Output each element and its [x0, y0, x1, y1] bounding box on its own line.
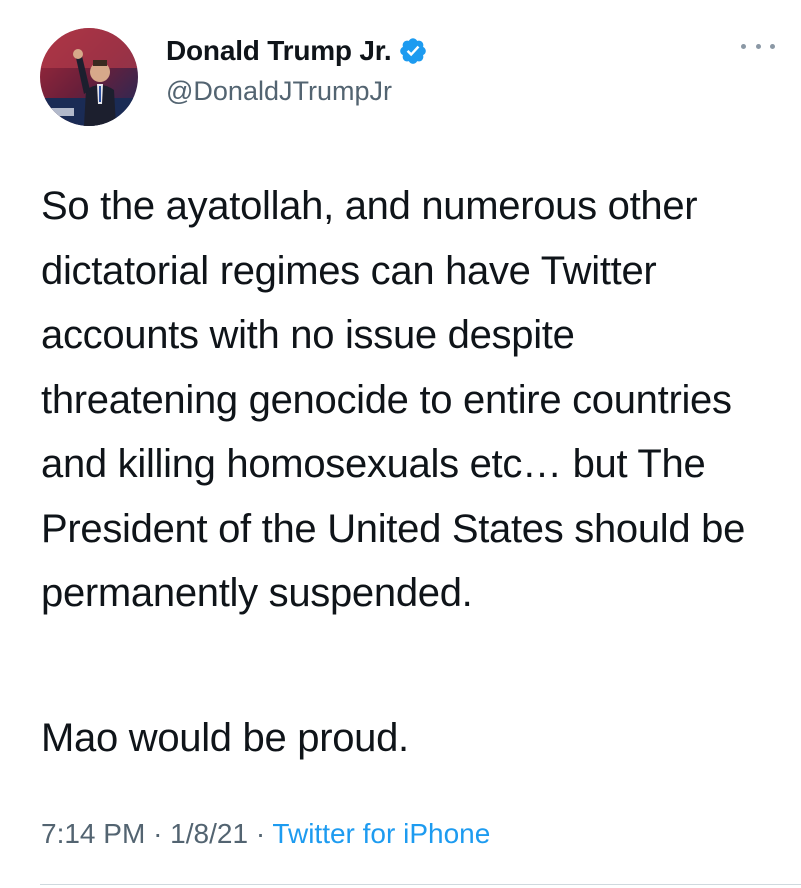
- tweet-text: So the ayatollah, and numerous other dic…: [41, 184, 746, 615]
- divider: [40, 884, 801, 885]
- verified-badge-icon: [398, 36, 428, 66]
- more-dot: [741, 43, 746, 49]
- avatar[interactable]: [40, 28, 138, 126]
- meta-separator: ·: [153, 818, 163, 849]
- author-block: Donald Trump Jr. @DonaldJTrumpJr: [166, 32, 428, 107]
- tweet-time[interactable]: 7:14 PM: [41, 818, 145, 849]
- more-options-icon[interactable]: [741, 36, 775, 56]
- display-name[interactable]: Donald Trump Jr.: [166, 35, 392, 67]
- more-dot: [770, 43, 775, 49]
- meta-separator: ·: [255, 818, 266, 849]
- name-row: Donald Trump Jr.: [166, 32, 428, 70]
- tweet-card: Donald Trump Jr. @DonaldJTrumpJr So the …: [0, 0, 801, 888]
- tweet-text-closing: Mao would be proud.: [41, 716, 409, 760]
- tweet-date[interactable]: 1/8/21: [170, 818, 248, 849]
- tweet-source-link[interactable]: Twitter for iPhone: [272, 818, 490, 849]
- user-handle[interactable]: @DonaldJTrumpJr: [166, 76, 428, 107]
- more-dot: [755, 43, 761, 49]
- tweet-metadata: 7:14 PM · 1/8/21 · Twitter for iPhone: [41, 818, 490, 850]
